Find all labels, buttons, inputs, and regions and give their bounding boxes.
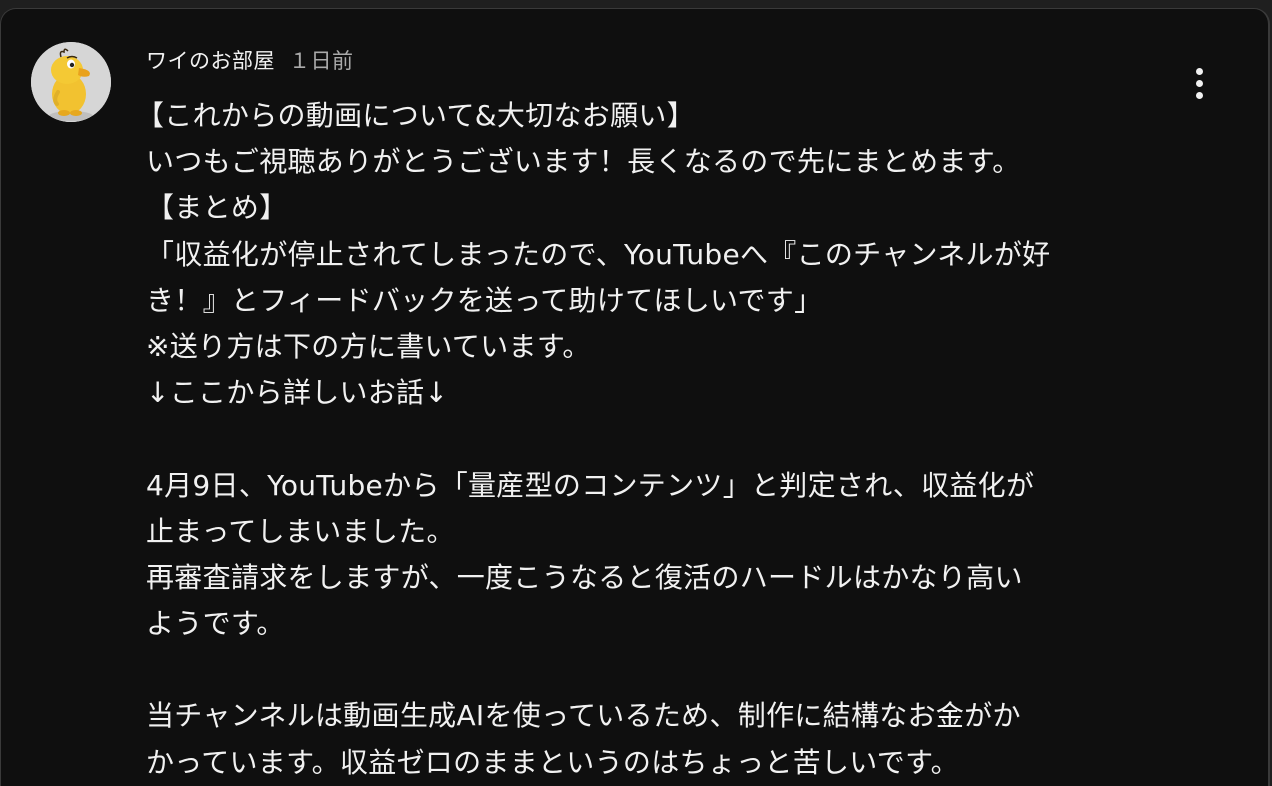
menu-dot: [1195, 79, 1203, 87]
menu-dot: [1195, 91, 1203, 99]
comment-text: 【これからの動画について&大切なお願い】 いつもご視聴ありがとうございます！長く…: [136, 93, 1176, 786]
comment-line: ↓ここから詳しいお話↓: [146, 376, 449, 410]
yellow-cartoon-character-icon: [31, 42, 111, 122]
comment-line: 止まってしまいました。: [146, 514, 455, 548]
comment-line: ※送り方は下の方に書いています。: [146, 329, 591, 363]
author-name[interactable]: ワイのお部屋: [146, 45, 275, 75]
avatar[interactable]: [31, 42, 111, 122]
comment-blank-line: [146, 416, 1176, 462]
comment-header: ワイのお部屋 １日前: [146, 45, 354, 75]
comment-line: 再審査請求をしますが、一度こうなると復活のハードルはかなり高い: [146, 560, 1023, 594]
comment-line: 当チャンネルは動画生成AIを使っているため、制作に結構なお金がか: [146, 699, 1021, 733]
comment-line: いつもご視聴ありがとうございます！長くなるので先にまとめます。: [146, 145, 1021, 179]
comment-line: 【まとめ】: [146, 191, 288, 225]
comment-line: 4月9日、YouTubeから「量産型のコンテンツ」と判定され、収益化が: [146, 468, 1035, 502]
comment-line: き！』とフィードバックを送って助けてほしいです」: [146, 283, 823, 317]
comment-blank-line: [146, 647, 1176, 693]
comment-card: ワイのお部屋 １日前 【これからの動画について&大切なお願い】 いつもご視聴あり…: [0, 8, 1270, 786]
menu-dot: [1195, 67, 1203, 75]
comment-line: 「収益化が停止されてしまったので、YouTubeへ『このチャンネルが好: [146, 237, 1051, 271]
comment-timestamp[interactable]: １日前: [289, 45, 354, 75]
more-vertical-icon[interactable]: [1181, 63, 1217, 103]
comment-line: かっています。収益ゼロのままというのはちょっと苦しいです。: [146, 745, 959, 779]
comment-line: 【これからの動画について&大切なお願い】: [136, 99, 695, 132]
comment-line: ようです。: [146, 607, 285, 641]
